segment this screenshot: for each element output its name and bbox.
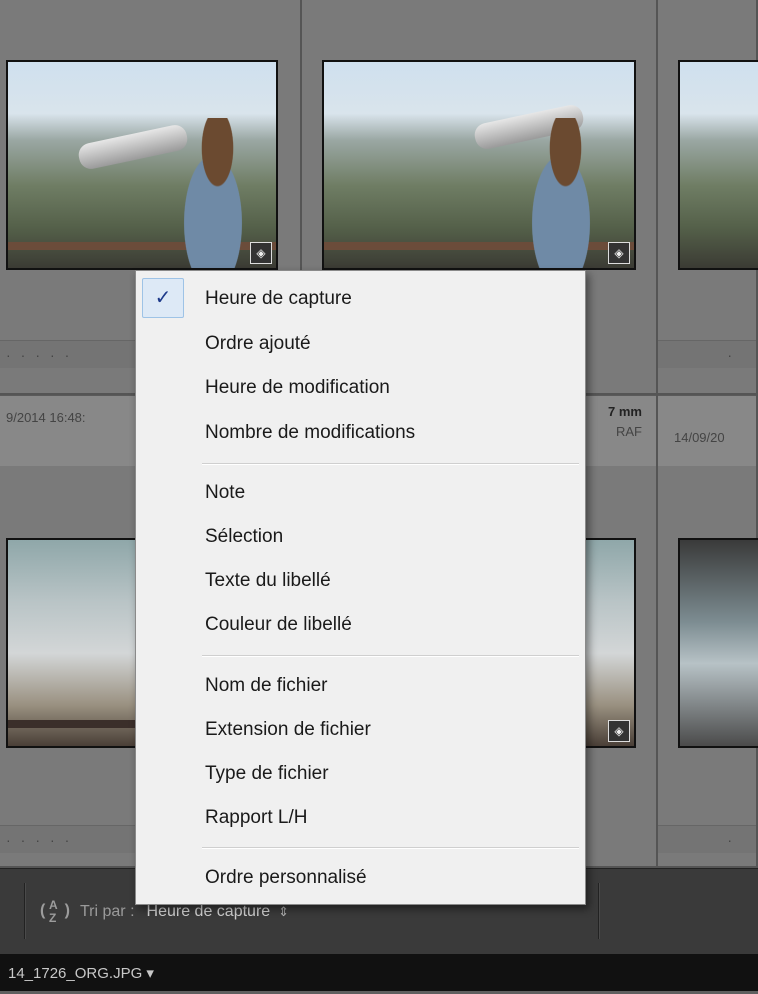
file-extension: RAF (616, 424, 642, 439)
menu-item-edit-count[interactable]: Nombre de modifications (205, 418, 415, 448)
menu-item-pick[interactable]: Sélection (205, 522, 283, 552)
menu-divider (202, 463, 579, 464)
photo-thumbnail[interactable]: ◈ (6, 60, 278, 270)
menu-item-label-color[interactable]: Couleur de libellé (205, 610, 352, 640)
photo-person (516, 118, 606, 268)
photo-thumbnail[interactable]: ◈ (322, 60, 636, 270)
sort-dropdown-menu: ✓ Heure de capture Ordre ajouté Heure de… (135, 270, 586, 905)
toolbar-divider (598, 883, 599, 939)
filmstrip-bar: 14_1726_ORG.JPG ▾ (0, 954, 758, 991)
menu-item-rating[interactable]: Note (205, 478, 245, 508)
thumbnail-metadata: 14/09/20 (658, 395, 756, 466)
grid-cell[interactable]: 14/09/20 · (658, 395, 758, 868)
photo-thumbnail[interactable] (678, 538, 758, 748)
sort-dropdown-value[interactable]: Heure de capture (147, 903, 271, 921)
checkmark-icon: ✓ (142, 278, 184, 318)
dropdown-caret-icon[interactable]: ⇕ (278, 904, 289, 920)
focal-length: 7 mm (608, 404, 642, 419)
menu-item-custom-order[interactable]: Ordre personnalisé (205, 863, 367, 893)
menu-item-file-type[interactable]: Type de fichier (205, 759, 329, 789)
menu-item-aspect-ratio[interactable]: Rapport L/H (205, 803, 307, 833)
photo-thumbnail[interactable] (678, 60, 758, 270)
sort-direction-icon[interactable]: ( A Z ) (40, 897, 70, 927)
menu-item-label-text[interactable]: Texte du libellé (205, 566, 331, 596)
keyword-badge-icon[interactable]: ◈ (608, 720, 630, 742)
menu-divider (202, 655, 579, 656)
keyword-badge-icon[interactable]: ◈ (250, 242, 272, 264)
menu-item-capture-time[interactable]: Heure de capture (205, 284, 352, 314)
rating-dots[interactable]: · (658, 825, 756, 853)
filmstrip-filename[interactable]: 14_1726_ORG.JPG ▾ (8, 965, 154, 982)
menu-item-edit-time[interactable]: Heure de modification (205, 373, 390, 403)
capture-date: 9/2014 16:48: (6, 410, 86, 425)
menu-item-file-extension[interactable]: Extension de fichier (205, 715, 371, 745)
keyword-badge-icon[interactable]: ◈ (608, 242, 630, 264)
toolbar-divider (24, 883, 25, 939)
photo-person (168, 118, 258, 268)
menu-divider (202, 847, 579, 848)
menu-item-file-name[interactable]: Nom de fichier (205, 671, 328, 701)
capture-date: 14/09/20 (674, 430, 725, 445)
grid-cell[interactable]: · (658, 0, 758, 395)
rating-dots[interactable]: · (658, 340, 756, 368)
menu-item-added-order[interactable]: Ordre ajouté (205, 329, 311, 359)
sort-label: Tri par : (80, 903, 135, 920)
